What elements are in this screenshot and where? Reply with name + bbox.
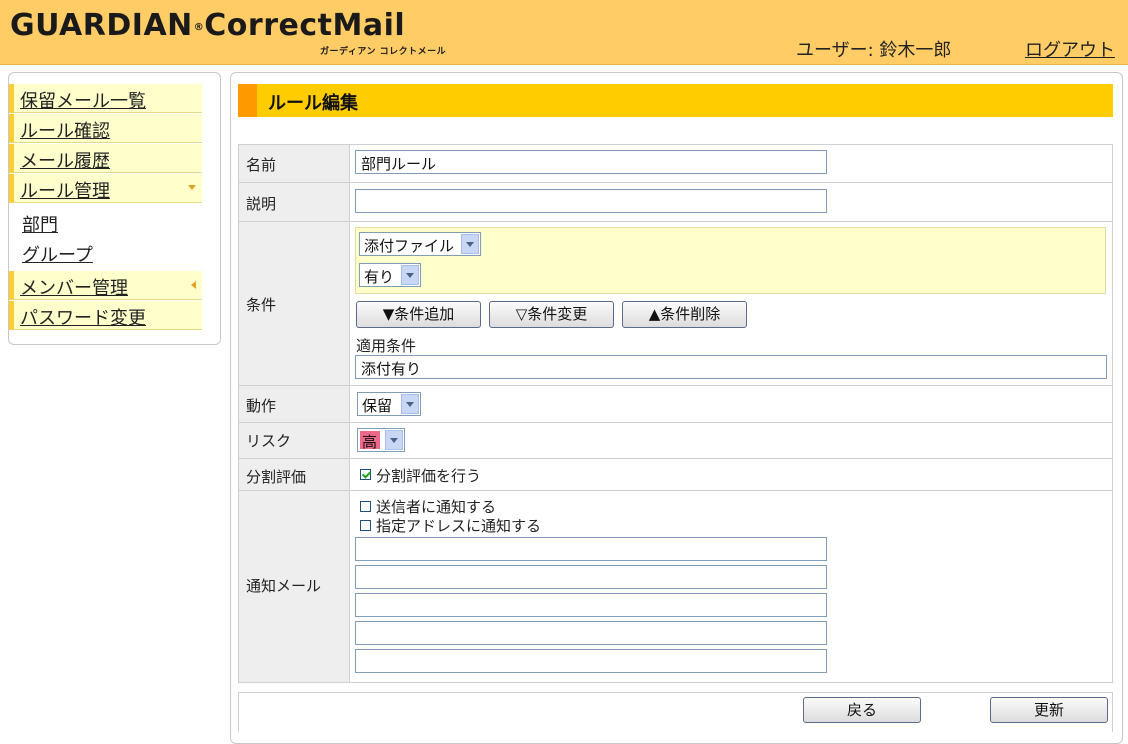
title-marker — [238, 84, 257, 117]
chevron-down-icon — [401, 265, 419, 285]
notify-sender-label: 送信者に通知する — [376, 498, 497, 516]
applied-condition-label: 適用条件 — [356, 337, 417, 355]
action-select[interactable]: 保留 — [357, 392, 421, 416]
field-label-cell: 分割評価 — [239, 459, 350, 490]
sidebar-item-held-mail[interactable]: 保留メール一覧 — [9, 84, 202, 113]
sidebar-item-label: メンバー管理 — [20, 278, 128, 299]
sidebar-subitem-group[interactable]: グループ — [22, 241, 93, 267]
sidebar-item-label: ルール確認 — [20, 121, 110, 142]
sidebar-item-label: ルール管理 — [20, 181, 110, 202]
page-title: ルール編集 — [268, 93, 358, 114]
logo: GUARDIAN®CorrectMail — [10, 8, 406, 43]
page-title-bar: ルール編集 — [238, 84, 1113, 117]
notify-address-label: 指定アドレスに通知する — [376, 517, 542, 535]
action-label: 動作 — [246, 397, 277, 415]
risk-label: リスク — [246, 432, 292, 450]
field-label-cell: リスク — [239, 423, 350, 458]
user-label: ユーザー: 鈴木一郎 — [796, 40, 952, 61]
notify-address-input[interactable] — [355, 565, 827, 589]
sidebar-item-mail-history[interactable]: メール履歴 — [9, 144, 202, 173]
chevron-down-icon — [385, 430, 403, 450]
risk-select[interactable]: 高 — [357, 428, 405, 452]
sidebar-item-member-management[interactable]: メンバー管理 — [9, 271, 202, 300]
delete-condition-button[interactable]: ▲条件削除 — [622, 301, 747, 328]
sidebar-item-label: メール履歴 — [20, 151, 110, 172]
field-label-cell: 条件 — [239, 222, 350, 385]
sidebar-subitem-department[interactable]: 部門 — [22, 211, 58, 237]
name-input[interactable]: 部門ルール — [355, 150, 827, 174]
condition-label: 条件 — [246, 296, 277, 314]
logout-link[interactable]: ログアウト — [1025, 36, 1115, 62]
notify-address-input[interactable] — [355, 593, 827, 617]
sidebar-item-rule-check[interactable]: ルール確認 — [9, 114, 202, 143]
condition-type-select[interactable]: 添付ファイル — [359, 232, 481, 256]
app-header: GUARDIAN®CorrectMail ガーディアン コレクトメール ユーザー… — [0, 0, 1128, 65]
description-label: 説明 — [246, 195, 277, 213]
change-condition-button[interactable]: ▽条件変更 — [489, 301, 614, 328]
notify-label: 通知メール — [246, 577, 322, 595]
back-button[interactable]: 戻る — [803, 697, 921, 723]
notify-address-input[interactable] — [355, 621, 827, 645]
field-label-cell: 説明 — [239, 183, 350, 221]
split-label: 分割評価 — [246, 468, 307, 486]
notify-address-input[interactable] — [355, 649, 827, 673]
update-button[interactable]: 更新 — [990, 697, 1108, 723]
sidebar-item-label: 保留メール一覧 — [20, 91, 146, 112]
field-label-cell: 名前 — [239, 145, 350, 182]
form-footer — [238, 692, 1113, 732]
sidebar-item-rule-management[interactable]: ルール管理 — [9, 174, 202, 203]
condition-value-select[interactable]: 有り — [359, 263, 421, 287]
split-checkbox-label: 分割評価を行う — [376, 467, 482, 485]
split-checkbox[interactable] — [360, 469, 371, 480]
add-condition-button[interactable]: ▼条件追加 — [356, 301, 481, 328]
description-input[interactable] — [355, 189, 827, 213]
notify-address-checkbox[interactable] — [360, 520, 371, 531]
field-label-cell: 動作 — [239, 386, 350, 422]
applied-condition-field: 添付有り — [355, 355, 1107, 379]
notify-address-input[interactable] — [355, 537, 827, 561]
notify-sender-checkbox[interactable] — [360, 501, 371, 512]
sidebar-item-label: パスワード変更 — [20, 308, 146, 329]
field-label-cell: 通知メール — [239, 491, 350, 682]
chevron-left-icon — [191, 281, 196, 289]
chevron-down-icon — [188, 185, 196, 190]
logo-subtitle: ガーディアン コレクトメール — [320, 47, 447, 57]
sidebar-item-password-change[interactable]: パスワード変更 — [9, 301, 202, 330]
name-label: 名前 — [246, 156, 277, 174]
chevron-down-icon — [401, 394, 419, 414]
chevron-down-icon — [461, 234, 479, 254]
